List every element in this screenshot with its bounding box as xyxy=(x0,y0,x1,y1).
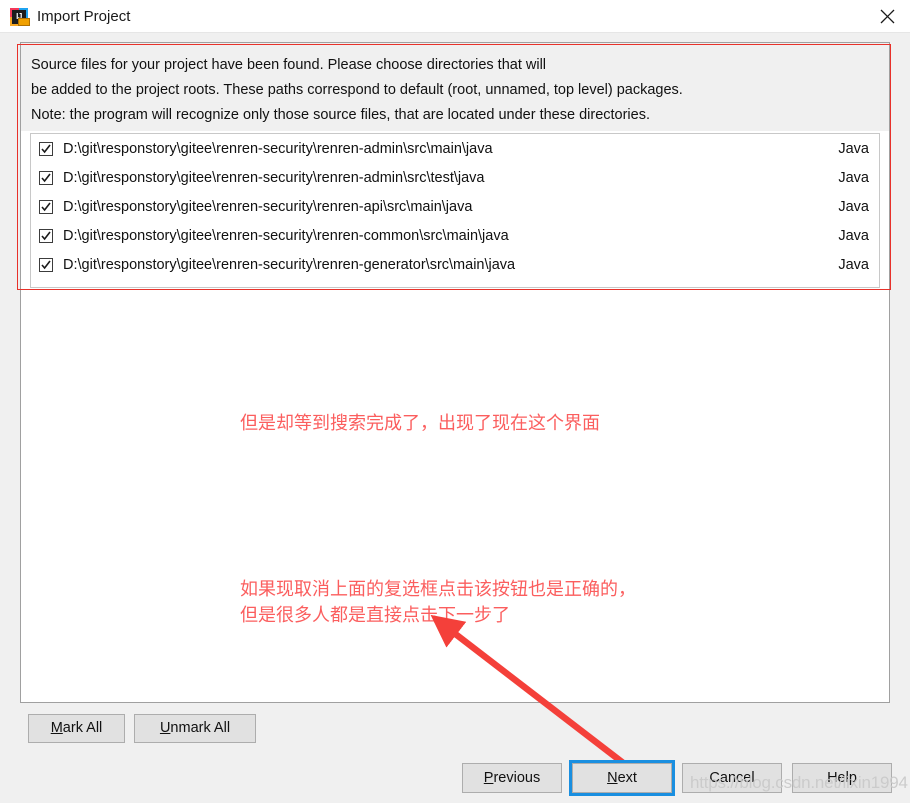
table-row[interactable]: D:\git\responstory\gitee\renren-security… xyxy=(31,134,879,163)
mark-all-button[interactable]: Mark All xyxy=(28,714,125,743)
description-line-2: be added to the project roots. These pat… xyxy=(31,82,683,98)
next-button[interactable]: Next xyxy=(569,760,675,796)
unmark-all-mnemonic: U xyxy=(159,720,171,736)
previous-label: revious xyxy=(493,770,541,786)
next-label: ext xyxy=(617,770,637,786)
checkbox-source-dir-3[interactable] xyxy=(39,199,53,214)
annotation-note-2-line-1: 如果现取消上面的复选框点击该按钮也是正确的， xyxy=(240,579,636,600)
checkbox-source-dir-4[interactable] xyxy=(39,228,53,243)
intellij-idea-icon: IJ xyxy=(10,7,30,26)
source-dir-type: Java xyxy=(838,198,869,215)
checkbox-source-dir-1[interactable] xyxy=(39,141,53,156)
checkbox-source-dir-2[interactable] xyxy=(39,170,53,185)
titlebar-divider xyxy=(0,32,910,33)
unmark-all-button[interactable]: Unmark All xyxy=(134,714,256,743)
previous-button[interactable]: Previous xyxy=(462,763,562,793)
source-dir-type: Java xyxy=(838,227,869,244)
source-dir-path: D:\git\responstory\gitee\renren-security… xyxy=(63,169,485,186)
window-titlebar: IJ Import Project xyxy=(0,0,910,33)
description-text: Source files for your project have been … xyxy=(21,43,889,131)
unmark-all-label: nmark All xyxy=(170,720,231,736)
annotation-note-2: 如果现取消上面的复选框点击该按钮也是正确的， 但是很多人都是直接点击下一步了 xyxy=(240,577,636,629)
window-title: Import Project xyxy=(37,8,131,25)
previous-mnemonic: P xyxy=(483,770,494,786)
watermark: https://blog.csdn.net/lixin1994 xyxy=(690,773,908,792)
source-directories-list[interactable]: D:\git\responstory\gitee\renren-security… xyxy=(30,133,880,288)
annotation-note-1: 但是却等到搜索完成了，出现了现在这个界面 xyxy=(240,413,600,434)
source-dir-type: Java xyxy=(838,169,869,186)
description-line-1: Source files for your project have been … xyxy=(31,57,547,73)
annotation-note-2-line-2: 但是很多人都是直接点击下一步了 xyxy=(240,605,510,626)
description-line-3: Note: the program will recognize only th… xyxy=(31,107,650,123)
source-dir-type: Java xyxy=(838,140,869,157)
source-dir-type: Java xyxy=(838,256,869,273)
close-icon[interactable] xyxy=(864,0,910,32)
mark-all-label: ark All xyxy=(62,720,103,736)
source-dir-path: D:\git\responstory\gitee\renren-security… xyxy=(63,140,493,157)
table-row[interactable]: D:\git\responstory\gitee\renren-security… xyxy=(31,163,879,192)
mark-buttons-group: Mark All Unmark All xyxy=(28,714,256,743)
source-dir-path: D:\git\responstory\gitee\renren-security… xyxy=(63,198,473,215)
source-dir-path: D:\git\responstory\gitee\renren-security… xyxy=(63,227,509,244)
table-row[interactable]: D:\git\responstory\gitee\renren-security… xyxy=(31,192,879,221)
mark-all-mnemonic: M xyxy=(50,720,63,736)
source-dir-path: D:\git\responstory\gitee\renren-security… xyxy=(63,256,516,273)
checkbox-source-dir-5[interactable] xyxy=(39,257,53,272)
table-row[interactable]: D:\git\responstory\gitee\renren-security… xyxy=(31,250,879,279)
next-mnemonic: N xyxy=(607,770,618,786)
table-row[interactable]: D:\git\responstory\gitee\renren-security… xyxy=(31,221,879,250)
